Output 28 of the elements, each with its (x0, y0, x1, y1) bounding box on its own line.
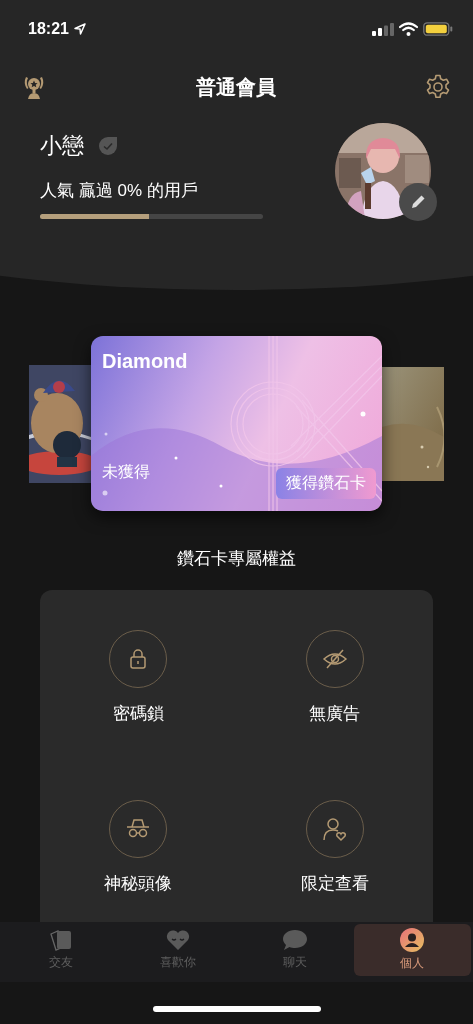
tab[interactable]: 交友 (2, 924, 120, 976)
location-arrow-icon (73, 23, 86, 35)
wifi-icon (399, 22, 418, 36)
card-title: Diamond (102, 350, 188, 373)
pencil-icon (409, 193, 427, 211)
tab[interactable]: 喜歡你 (119, 924, 237, 976)
section-title: 鑽石卡專屬權益 (177, 548, 296, 570)
user-avatar-icon (400, 928, 425, 952)
tab[interactable]: 聊天 (236, 924, 354, 976)
settings-icon[interactable] (425, 74, 451, 100)
benefit-label: 無廣告 (309, 703, 361, 725)
signal-icon (372, 22, 394, 36)
cards-icon (47, 929, 74, 951)
verified-badge-icon (98, 136, 118, 156)
popularity-text: 人氣 贏過 0% 的用戶 (40, 180, 199, 202)
heart-icon (164, 929, 191, 951)
chat-bubble-icon (282, 929, 309, 951)
benefit-label: 密碼鎖 (112, 703, 164, 725)
benefit-label: 神秘頭像 (104, 873, 173, 895)
diamond-card[interactable]: Diamond 未獲得 獲得鑽石卡 (91, 336, 382, 511)
benefit-label: 限定查看 (300, 873, 369, 895)
card-status: 未獲得 (102, 462, 150, 482)
status-time: 18:21 (28, 20, 69, 38)
page-title: 普通會員 (195, 74, 276, 100)
battery-icon (423, 22, 453, 36)
get-card-button[interactable]: 獲得鑽石卡 (276, 468, 376, 499)
user-name: 小戀 (40, 132, 84, 160)
tab[interactable]: 個人 (353, 924, 471, 976)
